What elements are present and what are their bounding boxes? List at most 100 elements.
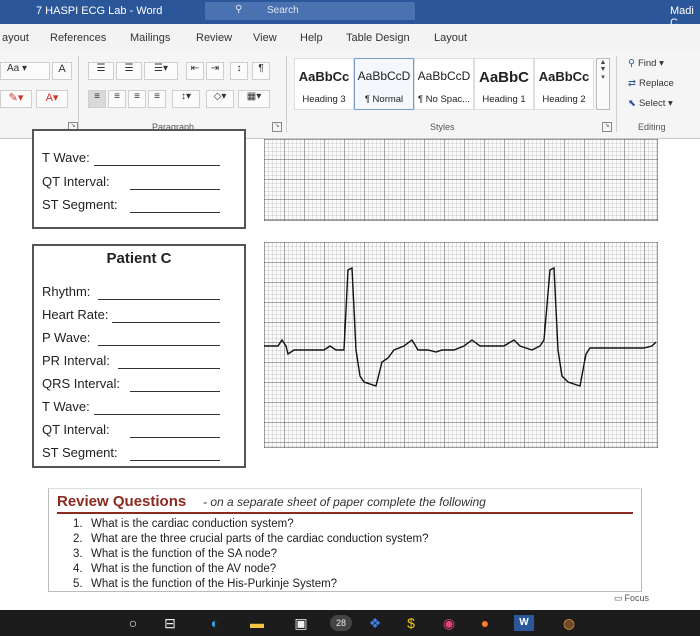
ecg-strip-c — [264, 242, 658, 448]
ecg-strip-b — [264, 139, 658, 221]
change-case-label: Aa — [7, 63, 20, 74]
review-title: Review Questions — [57, 493, 187, 510]
field-heart-rate: Heart Rate: — [42, 307, 109, 322]
find-button[interactable]: ⚲ Find ▾ — [628, 58, 664, 69]
paragraph-launcher-icon[interactable]: ↘ — [272, 122, 282, 132]
focus-mode-button[interactable]: ▭ Focus — [614, 593, 649, 604]
field-t-wave: T Wave: — [42, 399, 90, 414]
style-name: Heading 2 — [542, 94, 586, 105]
sort-button[interactable]: ↕ — [230, 62, 248, 80]
justify-button[interactable]: ≡ — [148, 90, 166, 108]
tab-layout-partial[interactable]: ayout — [2, 32, 29, 44]
browser-icon[interactable]: ◍ — [560, 615, 578, 631]
notification-badge[interactable]: 28 — [330, 615, 352, 631]
dollar-icon[interactable]: $ — [402, 615, 420, 631]
search-icon: ⚲ — [235, 4, 243, 15]
answer-line[interactable] — [130, 189, 220, 190]
document-page[interactable]: T Wave: QT Interval: ST Segment: Patient… — [0, 129, 700, 610]
ecg-grid — [264, 139, 658, 221]
task-view-icon[interactable]: ⊟ — [162, 615, 178, 631]
styles-scroll[interactable]: ▲ ▼ ▾ — [596, 58, 610, 110]
style-preview: AaBbCc — [298, 69, 350, 84]
select-button[interactable]: ⬉ Select ▾ — [628, 98, 673, 109]
increase-indent-button[interactable]: ⇥ — [206, 62, 224, 80]
style-preview: AaBbCcD — [357, 69, 411, 83]
ribbon: Aa ▾ A ✎▾ A▾ ☰ ☰ ☰▾ ⇤ ⇥ ↕ ¶ ≡ ≡ ≡ ≡ ↕▾ ◇… — [0, 50, 700, 139]
more-styles-icon[interactable]: ▾ — [597, 73, 609, 81]
select-icon: ⬉ — [628, 98, 636, 109]
firefox-icon[interactable]: ● — [476, 615, 494, 631]
search-box[interactable]: ⚲ Search — [205, 2, 415, 20]
tab-view[interactable]: View — [253, 32, 277, 44]
answer-line[interactable] — [130, 460, 220, 461]
style-heading-3[interactable]: AaBbCc Heading 3 — [294, 58, 354, 110]
field-qt-interval: QT Interval: — [42, 174, 110, 189]
answer-line[interactable] — [112, 322, 220, 323]
clear-formatting-button[interactable]: A — [52, 62, 72, 80]
change-case-button[interactable]: Aa ▾ — [0, 62, 50, 80]
tab-table-layout[interactable]: Layout — [434, 32, 467, 44]
align-center-button[interactable]: ≡ — [108, 90, 126, 108]
tab-mailings[interactable]: Mailings — [130, 32, 170, 44]
edge-icon[interactable]: ◐ — [206, 615, 224, 631]
tab-help[interactable]: Help — [300, 32, 323, 44]
style-heading-2[interactable]: AaBbCc Heading 2 — [534, 58, 594, 110]
question-item: 5. What is the function of the His-Purkin… — [73, 578, 338, 590]
file-explorer-icon[interactable]: ▬ — [248, 615, 266, 631]
answer-line[interactable] — [130, 212, 220, 213]
find-icon: ⚲ — [628, 58, 635, 69]
field-pr-interval: PR Interval: — [42, 353, 110, 368]
ribbon-divider — [78, 56, 79, 132]
question-item: 1. What is the cardiac conduction system? — [73, 518, 294, 530]
review-rule — [57, 512, 633, 514]
select-label: Select — [638, 98, 666, 109]
highlight-color-button[interactable]: ✎▾ — [0, 90, 32, 108]
font-color-button[interactable]: A▾ — [36, 90, 68, 108]
style-normal[interactable]: AaBbCcD ¶ Normal — [354, 58, 414, 110]
bullets-button[interactable]: ☰ — [88, 62, 114, 80]
style-preview: AaBbCc — [538, 69, 590, 84]
line-spacing-button[interactable]: ↕▾ — [172, 90, 200, 108]
replace-button[interactable]: ⇄ Replace — [628, 78, 674, 89]
document-title: 7 HASPI ECG Lab - Word — [36, 5, 163, 17]
patient-b-box: T Wave: QT Interval: ST Segment: — [32, 129, 246, 229]
find-label: Find — [637, 58, 657, 69]
focus-label: Focus — [624, 593, 650, 603]
show-formatting-button[interactable]: ¶ — [252, 62, 270, 80]
word-window: 7 HASPI ECG Lab - Word ⚲ Search Madi C a… — [0, 0, 700, 610]
answer-line[interactable] — [94, 165, 220, 166]
decrease-indent-button[interactable]: ⇤ — [186, 62, 204, 80]
search-circle-icon[interactable]: ○ — [126, 615, 140, 631]
align-left-button[interactable]: ≡ — [88, 90, 106, 108]
style-preview: AaBbCcD — [417, 69, 471, 83]
title-bar: 7 HASPI ECG Lab - Word ⚲ Search Madi C — [0, 0, 700, 29]
multilevel-list-button[interactable]: ☰▾ — [144, 62, 178, 80]
photos-icon[interactable]: ◉ — [440, 615, 458, 631]
tab-references[interactable]: References — [50, 32, 106, 44]
align-right-button[interactable]: ≡ — [128, 90, 146, 108]
answer-line[interactable] — [130, 437, 220, 438]
tab-review[interactable]: Review — [196, 32, 232, 44]
patient-c-title: Patient C — [106, 250, 172, 267]
numbering-button[interactable]: ☰ — [116, 62, 142, 80]
answer-line[interactable] — [118, 368, 220, 369]
review-subtitle: - on a separate sheet of paper complete … — [203, 495, 486, 509]
answer-line[interactable] — [98, 345, 220, 346]
answer-line[interactable] — [130, 391, 220, 392]
chevron-down-icon[interactable]: ▼ — [597, 66, 609, 73]
store-icon[interactable]: ▣ — [292, 615, 310, 631]
borders-button[interactable]: ▦▾ — [238, 90, 270, 108]
style-name: Heading 1 — [482, 94, 526, 105]
tab-table-design[interactable]: Table Design — [346, 32, 410, 44]
answer-line[interactable] — [98, 299, 220, 300]
shading-button[interactable]: ◇▾ — [206, 90, 234, 108]
question-item: 2. What are the three crucial parts of th… — [73, 533, 429, 545]
style-no-spacing[interactable]: AaBbCcD ¶ No Spac... — [414, 58, 474, 110]
style-heading-1[interactable]: AaBbC Heading 1 — [474, 58, 534, 110]
word-icon[interactable]: W — [514, 615, 534, 631]
answer-line[interactable] — [94, 414, 220, 415]
focus-icon: ▭ — [614, 593, 623, 603]
dropbox-icon[interactable]: ❖ — [366, 615, 384, 631]
styles-launcher-icon[interactable]: ↘ — [602, 122, 612, 132]
chevron-up-icon[interactable]: ▲ — [597, 59, 609, 66]
